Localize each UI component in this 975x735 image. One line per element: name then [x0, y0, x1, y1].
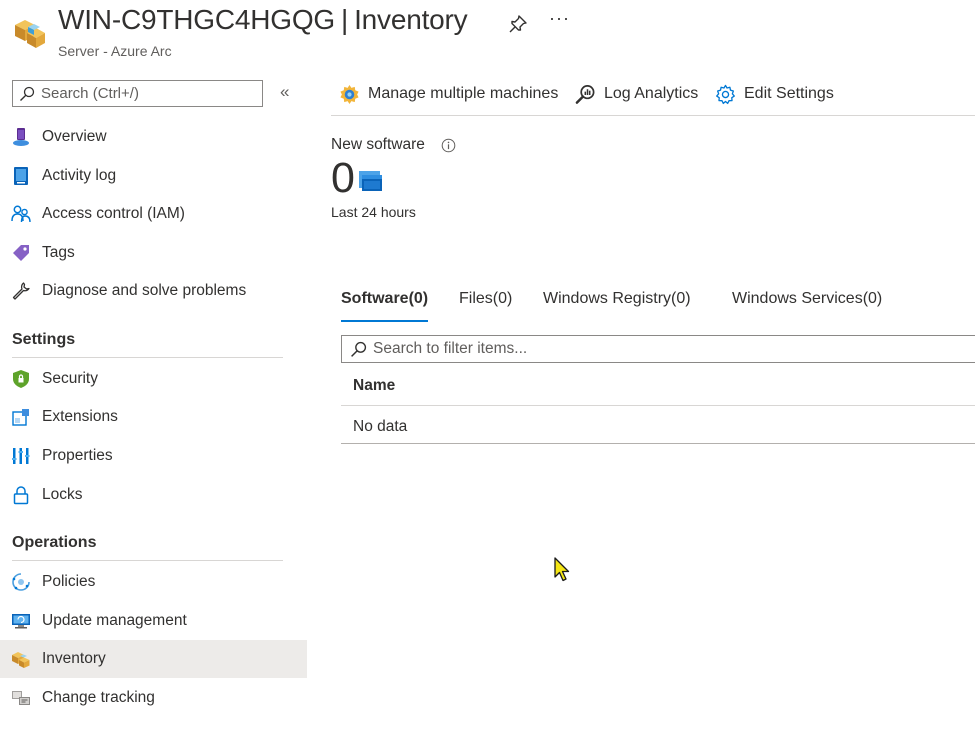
sidebar-item-access-control[interactable]: Access control (IAM) [0, 195, 307, 233]
sidebar-item-label: Diagnose and solve problems [42, 282, 247, 299]
activity-log-icon [14, 167, 28, 185]
sidebar-item-locks[interactable]: Locks [0, 476, 307, 514]
edit-settings-button[interactable]: Edit Settings [715, 80, 834, 108]
change-tracking-icon [12, 691, 30, 705]
search-icon [351, 341, 367, 357]
sidebar-item-label: Locks [42, 486, 83, 503]
sidebar-item-label: Tags [42, 244, 75, 261]
people-icon [11, 205, 31, 223]
sidebar-item-label: Policies [42, 573, 96, 590]
sidebar-item-overview[interactable]: Overview [0, 118, 307, 156]
section-divider [12, 357, 283, 358]
extensions-icon [12, 409, 29, 426]
sidebar-item-inventory[interactable]: Inventory [0, 640, 307, 678]
table-bottom-divider [341, 443, 975, 444]
tab-files[interactable]: Files(0) [459, 290, 512, 320]
sidebar-item-label: Overview [42, 128, 107, 145]
software-window-icon [359, 171, 382, 191]
info-icon[interactable] [441, 138, 456, 153]
page-name: Inventory [354, 4, 468, 35]
policy-icon [12, 573, 30, 591]
manage-multiple-machines-button[interactable]: Manage multiple machines [339, 80, 558, 108]
collapse-sidebar-button[interactable]: « [280, 82, 289, 102]
sidebar-item-label: Update management [42, 612, 187, 629]
shield-icon [13, 370, 29, 388]
filter-search-box[interactable] [341, 335, 975, 363]
tab-windows-registry[interactable]: Windows Registry(0) [543, 290, 691, 320]
tag-icon [13, 245, 29, 261]
edit-settings-label: Edit Settings [744, 85, 834, 102]
new-software-label: New software [331, 136, 425, 153]
manage-multiple-machines-label: Manage multiple machines [368, 85, 559, 102]
column-header-name[interactable]: Name [353, 377, 395, 395]
sidebar-item-label: Extensions [42, 408, 118, 425]
lock-icon [13, 486, 29, 505]
sidebar-search-input[interactable] [39, 84, 253, 103]
sidebar-item-extensions[interactable]: Extensions [0, 398, 307, 436]
section-divider [12, 560, 283, 561]
overview-icon [13, 128, 29, 146]
update-icon [12, 614, 30, 629]
sidebar-item-label: Access control (IAM) [42, 205, 185, 222]
new-software-count: 0 [331, 154, 355, 202]
sidebar-item-update-management[interactable]: Update management [0, 602, 307, 640]
sidebar-item-diagnose[interactable]: Diagnose and solve problems [0, 272, 307, 310]
inventory-box-icon [15, 20, 45, 48]
log-analytics-button[interactable]: Log Analytics [575, 80, 698, 108]
sidebar-item-label: Activity log [42, 167, 117, 184]
inventory-icon [12, 652, 30, 668]
tab-software[interactable]: Software(0) [341, 290, 429, 322]
table-empty-message: No data [353, 418, 408, 435]
sidebar-item-tags[interactable]: Tags [0, 234, 307, 272]
title-separator: | [341, 4, 349, 35]
sidebar-item-label: Inventory [42, 650, 106, 667]
settings-section-title: Settings [12, 331, 76, 348]
sidebar-item-label: Change tracking [42, 689, 155, 706]
sidebar-search[interactable] [12, 80, 263, 107]
sidebar-item-security[interactable]: Security [0, 360, 307, 398]
metric-period: Last 24 hours [331, 204, 416, 220]
properties-icon [12, 448, 30, 464]
more-options-button[interactable]: ··· [549, 8, 570, 29]
sidebar-item-properties[interactable]: Properties [0, 437, 307, 475]
pin-icon[interactable] [508, 14, 528, 34]
mouse-cursor-icon [554, 557, 570, 582]
resource-name: WIN-C9THGC4HGQG [58, 4, 336, 35]
tab-windows-services[interactable]: Windows Services(0) [732, 290, 882, 320]
log-analytics-icon [575, 84, 595, 104]
log-analytics-label: Log Analytics [604, 85, 699, 102]
toolbar-divider [331, 115, 975, 116]
page-subtitle: Server - Azure Arc [58, 43, 172, 59]
operations-section-title: Operations [12, 534, 97, 551]
page-title: WIN-C9THGC4HGQG | Inventory [58, 4, 468, 36]
search-icon [20, 86, 35, 101]
table-header-divider [341, 405, 975, 406]
sidebar-item-label: Properties [42, 447, 113, 464]
sidebar-item-policies[interactable]: Policies [0, 563, 307, 601]
gear-icon [716, 84, 735, 104]
gear-machines-icon [340, 84, 359, 104]
sidebar-item-change-tracking[interactable]: Change tracking [0, 679, 307, 717]
filter-search-input[interactable] [371, 339, 955, 359]
sidebar-item-activity-log[interactable]: Activity log [0, 157, 307, 195]
sidebar-item-label: Security [42, 370, 98, 387]
wrench-icon [12, 282, 30, 300]
